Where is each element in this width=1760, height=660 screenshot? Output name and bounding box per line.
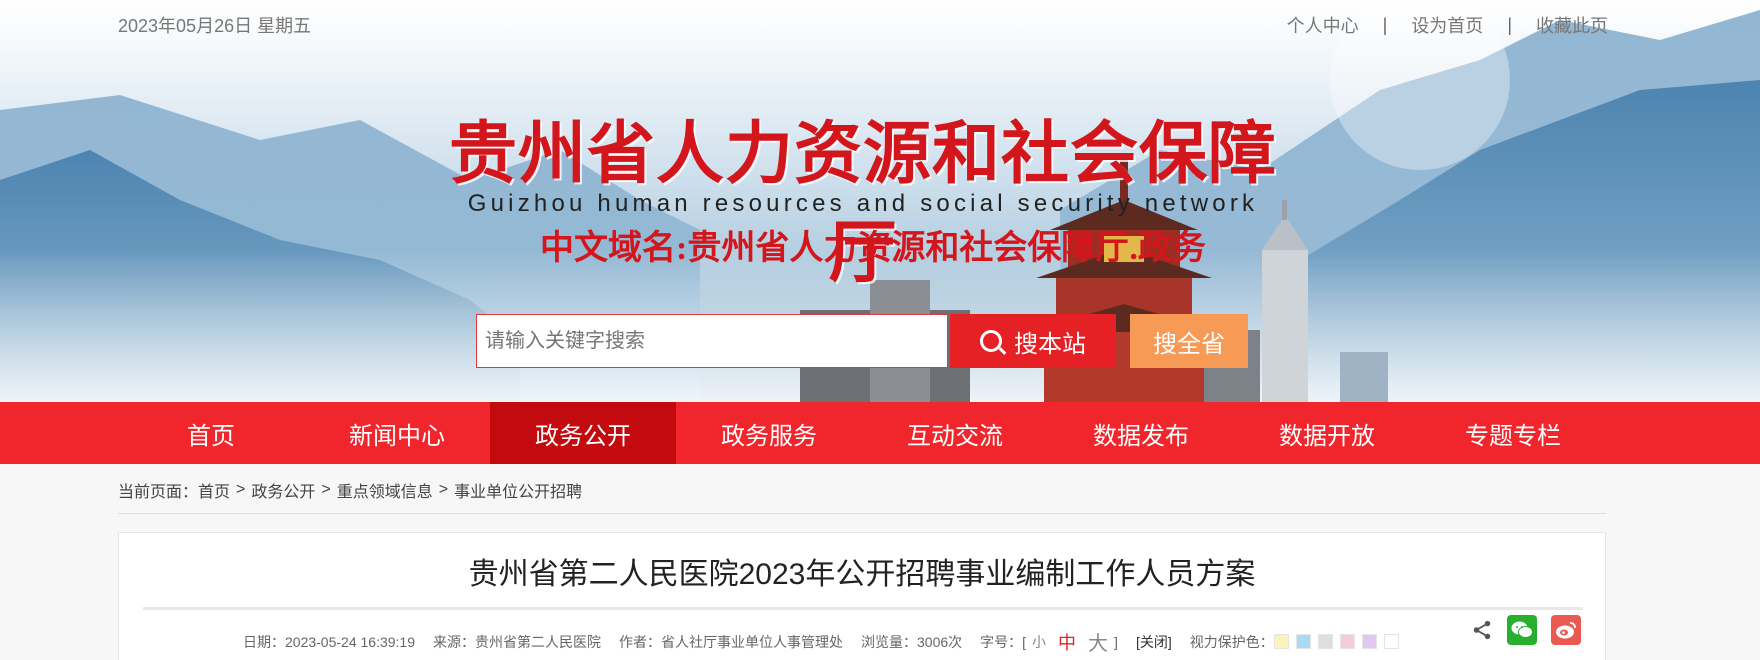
swatch-white[interactable] <box>1383 634 1399 649</box>
font-large-button[interactable]: 大 <box>1088 627 1108 656</box>
font-medium-button[interactable]: 中 <box>1058 629 1076 655</box>
nav-item-interaction[interactable]: 互动交流 <box>862 402 1048 464</box>
header-banner: 2023年05月26日 星期五 个人中心 | 设为首页 | 收藏此页 贵州省人力… <box>0 0 1760 402</box>
search-icon <box>980 330 1002 352</box>
eye-protection-label: 视力保护色： <box>1189 633 1274 650</box>
article-source: 来源：贵州省第二人民医院 <box>433 633 601 650</box>
nav-item-home[interactable]: 首页 <box>118 402 304 464</box>
set-homepage-link[interactable]: 设为首页 <box>1411 12 1483 38</box>
wechat-icon <box>1511 621 1533 638</box>
swatch-pink[interactable] <box>1339 634 1355 649</box>
breadcrumb-key-areas[interactable]: 重点领域信息 <box>337 478 433 502</box>
breadcrumb-separator: > <box>321 481 331 498</box>
weibo-share-button[interactable] <box>1551 615 1581 645</box>
link-separator: | <box>1507 14 1512 35</box>
font-size-label: 字号： <box>980 633 1023 650</box>
current-date: 2023年05月26日 星期五 <box>118 16 312 36</box>
article-author: 作者：省人社厅事业单位人事管理处 <box>619 633 843 650</box>
share-bar <box>1471 615 1581 645</box>
swatch-yellow[interactable] <box>1273 634 1289 649</box>
wechat-share-button[interactable] <box>1507 615 1537 645</box>
breadcrumb-separator: > <box>438 481 449 498</box>
search-province-button[interactable]: 搜全省 <box>1130 314 1248 368</box>
nav-item-gov-affairs[interactable]: 政务公开 <box>490 402 676 464</box>
breadcrumb-home[interactable]: 首页 <box>198 478 230 502</box>
breadcrumb-divider <box>118 513 1606 514</box>
nav-item-data-release[interactable]: 数据发布 <box>1048 402 1234 464</box>
link-separator: | <box>1382 14 1388 35</box>
swatch-blue[interactable] <box>1295 634 1311 649</box>
article-meta: 日期：2023-05-24 16:39:19 来源：贵州省第二人民医院 作者：省… <box>243 627 1399 656</box>
nav-item-special-topics[interactable]: 专题专栏 <box>1420 402 1606 464</box>
share-icon[interactable] <box>1471 619 1493 641</box>
nav-item-open-data[interactable]: 数据开放 <box>1234 402 1420 464</box>
nav-item-news[interactable]: 新闻中心 <box>304 402 490 464</box>
site-title-english: Guizhou human resources and social secur… <box>467 190 1259 217</box>
search-site-button[interactable]: 搜本站 <box>950 314 1116 368</box>
article-card: 贵州省第二人民医院2023年公开招聘事业编制工作人员方案 日期：2023-05-… <box>118 532 1606 660</box>
article-title: 贵州省第二人民医院2023年公开招聘事业编制工作人员方案 <box>468 558 1256 591</box>
top-links: 个人中心 | 设为首页 | 收藏此页 <box>1287 12 1608 38</box>
font-size-control: 字号： [ 小 中 大 ] <box>980 627 1118 656</box>
weibo-icon <box>1556 622 1576 639</box>
swatch-purple[interactable] <box>1361 634 1377 649</box>
font-size-bracket-open: [ <box>1022 633 1027 650</box>
search-input[interactable] <box>476 314 948 368</box>
swatch-gray[interactable] <box>1317 634 1333 649</box>
chinese-domain-name: 中文域名:贵州省人力资源和社会保障厅.政务 <box>540 230 1206 267</box>
breadcrumb-separator: > <box>236 481 246 498</box>
main-nav: 首页 新闻中心 政务公开 政务服务 互动交流 数据发布 数据开放 专题专栏 <box>0 402 1760 464</box>
search-site-label: 搜本站 <box>1014 330 1086 358</box>
personal-center-link[interactable]: 个人中心 <box>1287 12 1359 38</box>
publish-date: 日期：2023-05-24 16:39:19 <box>243 633 415 650</box>
breadcrumb-prefix: 当前页面： <box>118 484 199 501</box>
view-count: 浏览量：3006次 <box>861 633 963 650</box>
breadcrumb: 当前页面： 首页 > 政务公开 > 重点领域信息 > 事业单位公开招聘 <box>118 478 582 502</box>
nav-item-gov-services[interactable]: 政务服务 <box>676 402 862 464</box>
close-page-button[interactable]: [关闭] <box>1136 632 1172 652</box>
font-size-bracket-close: ] <box>1114 633 1118 650</box>
title-divider <box>143 607 1583 610</box>
font-small-button[interactable]: 小 <box>1032 632 1046 652</box>
breadcrumb-recruitment[interactable]: 事业单位公开招聘 <box>454 478 582 502</box>
breadcrumb-gov-affairs[interactable]: 政务公开 <box>251 478 315 502</box>
bookmark-link[interactable]: 收藏此页 <box>1536 12 1608 38</box>
eye-protection-swatches <box>1273 634 1399 649</box>
